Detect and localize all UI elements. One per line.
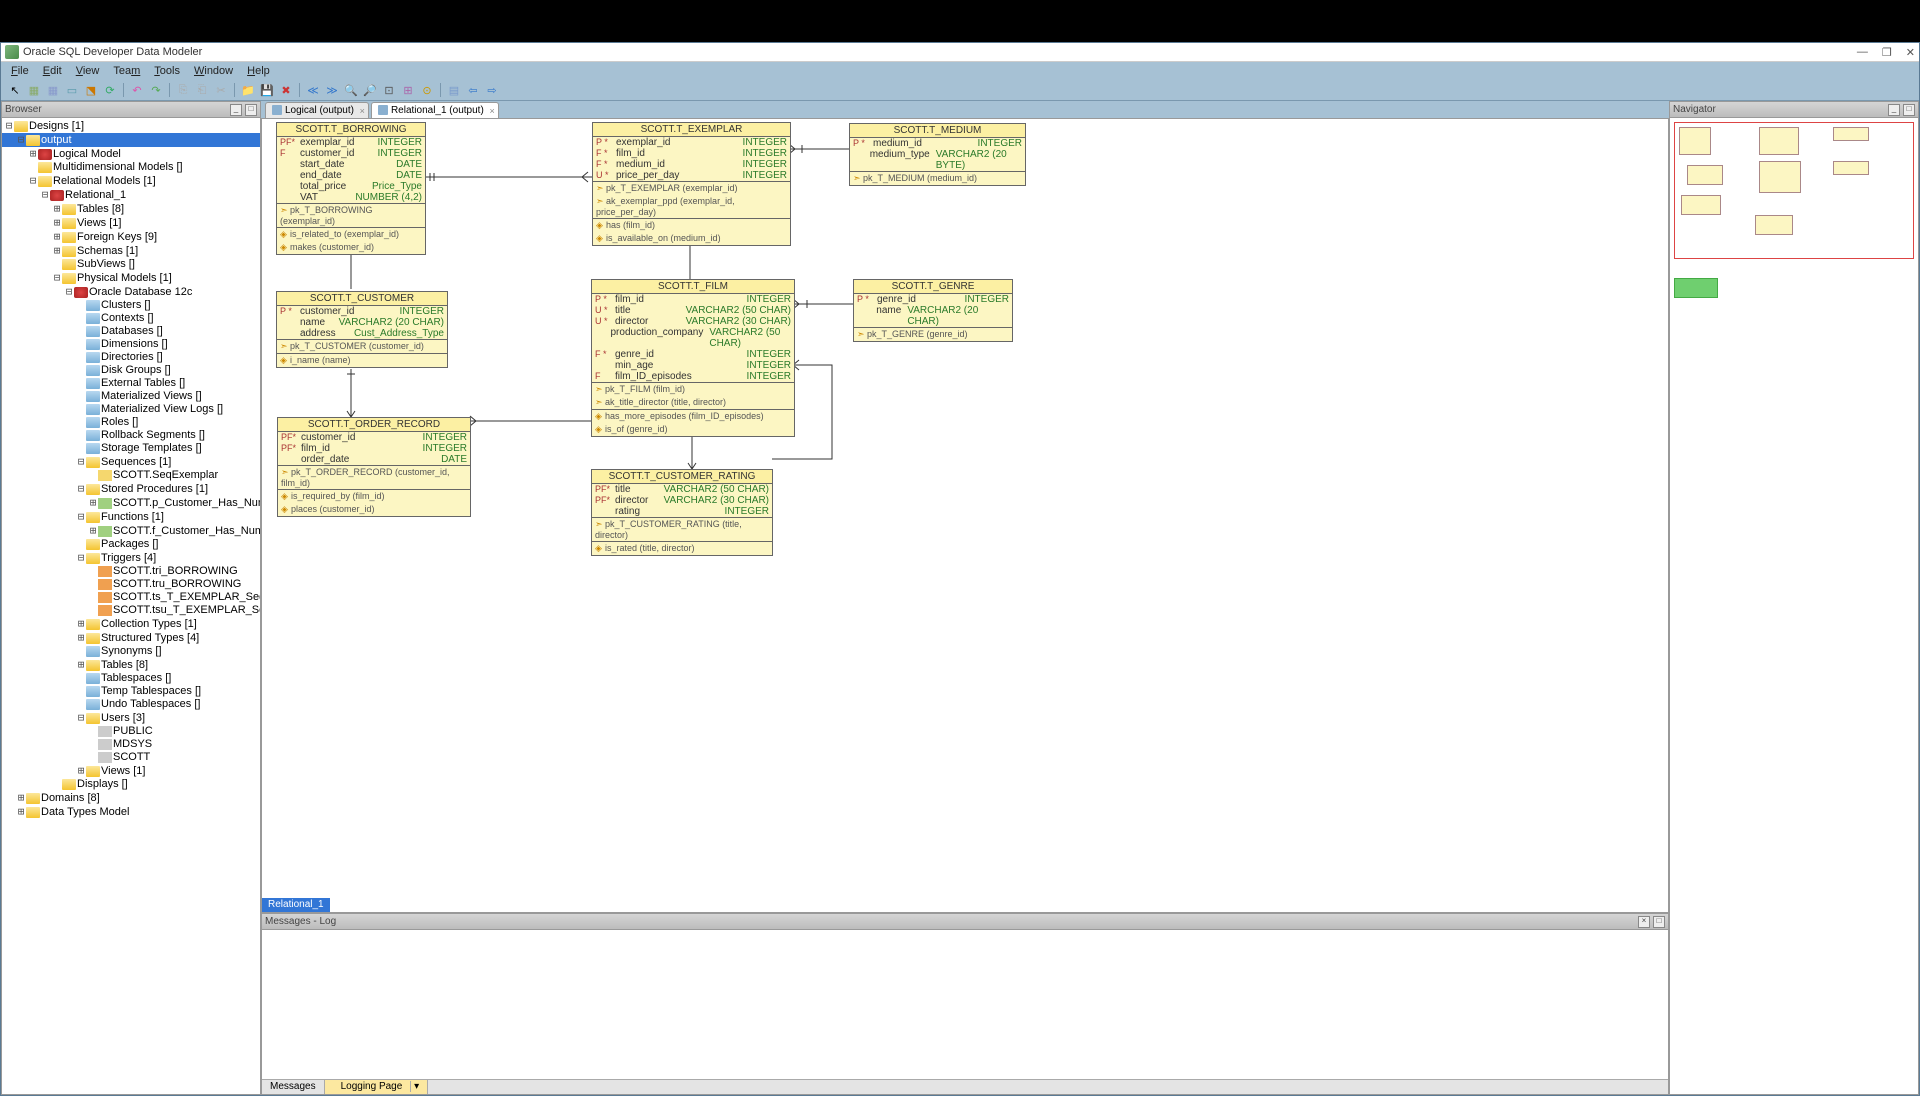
app-window: Oracle SQL Developer Data Modeler — ❐ ✕ … xyxy=(0,42,1920,1096)
menubar: File Edit View Team Tools Window Help xyxy=(1,62,1919,80)
note-tool[interactable]: ▭ xyxy=(64,82,80,98)
close-button[interactable]: ✕ xyxy=(1906,46,1915,59)
pane-max-icon[interactable]: □ xyxy=(1653,916,1665,928)
center-area: Logical (output)× Relational_1 (output)× xyxy=(261,101,1669,1095)
menu-view[interactable]: View xyxy=(69,64,107,78)
entity-rating[interactable]: SCOTT.T_CUSTOMER_RATINGPF*titleVARCHAR2 … xyxy=(591,469,773,556)
menu-tools[interactable]: Tools xyxy=(147,64,187,78)
pane-max-icon[interactable]: □ xyxy=(1903,104,1915,116)
editor-tabs: Logical (output)× Relational_1 (output)× xyxy=(261,101,1669,118)
app-icon xyxy=(5,45,19,59)
delete-button[interactable]: ✖ xyxy=(278,82,294,98)
close-icon[interactable]: × xyxy=(490,104,495,119)
msgtab-logging[interactable]: Logging Page ▾ xyxy=(325,1080,429,1094)
window-title: Oracle SQL Developer Data Modeler xyxy=(23,46,202,58)
prev-button[interactable]: ⇦ xyxy=(465,82,481,98)
paste-button[interactable]: ⎗ xyxy=(194,82,210,98)
diagram-canvas[interactable]: Relational_1 SCOTT.T_BORROWINGPF*exempla… xyxy=(261,118,1669,913)
new-view-tool[interactable]: ▦ xyxy=(45,82,61,98)
cut-button[interactable]: ✂ xyxy=(213,82,229,98)
menu-window[interactable]: Window xyxy=(187,64,240,78)
entity-borrowing[interactable]: SCOTT.T_BORROWINGPF*exemplar_idINTEGERFc… xyxy=(276,122,426,255)
navigator-pane: Navigator _□ xyxy=(1669,101,1919,1095)
tab-relational[interactable]: Relational_1 (output)× xyxy=(371,102,499,118)
zoom-in-button[interactable]: 🔍 xyxy=(343,82,359,98)
next-button[interactable]: ⇨ xyxy=(484,82,500,98)
menu-team[interactable]: Team xyxy=(106,64,147,78)
zoom-out-button[interactable]: 🔎 xyxy=(362,82,378,98)
minimize-button[interactable]: — xyxy=(1857,46,1868,59)
undo-button[interactable]: ↶ xyxy=(129,82,145,98)
entity-order[interactable]: SCOTT.T_ORDER_RECORDPF*customer_idINTEGE… xyxy=(277,417,471,517)
folder-button[interactable]: 📁 xyxy=(240,82,256,98)
copy-button[interactable]: ⎘ xyxy=(175,82,191,98)
messages-pane: Messages - Log ×□ Messages Logging Page … xyxy=(261,913,1669,1095)
sync-tool[interactable]: ⟳ xyxy=(102,82,118,98)
fit-screen-button[interactable]: ⊡ xyxy=(381,82,397,98)
msgtab-messages[interactable]: Messages xyxy=(262,1080,325,1094)
close-icon[interactable]: × xyxy=(360,104,365,119)
table-button[interactable]: ▤ xyxy=(446,82,462,98)
layout-button[interactable]: ⊞ xyxy=(400,82,416,98)
maximize-button[interactable]: ❐ xyxy=(1882,46,1892,59)
entity-medium[interactable]: SCOTT.T_MEDIUMP *medium_idINTEGERmedium_… xyxy=(849,123,1026,186)
engineer-fwd[interactable]: ≫ xyxy=(324,82,340,98)
menu-edit[interactable]: Edit xyxy=(36,64,69,78)
new-entity-tool[interactable]: ▦ xyxy=(26,82,42,98)
minimap[interactable] xyxy=(1674,122,1914,259)
toolbar: ↖ ▦ ▦ ▭ ⬔ ⟳ ↶ ↷ ⎘ ⎗ ✂ 📁 💾 ✖ ≪ ≫ 🔍 🔎 ⊡ ⊞ … xyxy=(1,80,1919,101)
entity-genre[interactable]: SCOTT.T_GENREP *genre_idINTEGERnameVARCH… xyxy=(853,279,1013,342)
relationship-tool[interactable]: ⬔ xyxy=(83,82,99,98)
titlebar: Oracle SQL Developer Data Modeler — ❐ ✕ xyxy=(1,43,1919,62)
menu-help[interactable]: Help xyxy=(240,64,277,78)
browser-header: Browser _□ xyxy=(2,102,260,118)
entity-film[interactable]: SCOTT.T_FILMP *film_idINTEGERU *titleVAR… xyxy=(591,279,795,437)
relationship-lines xyxy=(262,119,1668,912)
minimap-highlight xyxy=(1674,278,1718,298)
engineer-back[interactable]: ≪ xyxy=(305,82,321,98)
pane-max-icon[interactable]: □ xyxy=(245,104,257,116)
navigator-body[interactable] xyxy=(1670,118,1918,1094)
diagram-subtab[interactable]: Relational_1 xyxy=(262,898,330,912)
browser-tree[interactable]: ⊟Designs [1] ⊟output ⊞Logical Model Mult… xyxy=(2,118,260,1094)
pane-min-icon[interactable]: _ xyxy=(1888,104,1900,116)
search-button[interactable]: ⊙ xyxy=(419,82,435,98)
tab-logical[interactable]: Logical (output)× xyxy=(265,102,369,118)
close-icon[interactable]: × xyxy=(1638,916,1650,928)
messages-tabs: Messages Logging Page ▾ xyxy=(262,1079,1668,1094)
pane-min-icon[interactable]: _ xyxy=(230,104,242,116)
pointer-tool[interactable]: ↖ xyxy=(7,82,23,98)
entity-customer[interactable]: SCOTT.T_CUSTOMERP *customer_idINTEGERnam… xyxy=(276,291,448,368)
redo-button[interactable]: ↷ xyxy=(148,82,164,98)
browser-pane: Browser _□ ⊟Designs [1] ⊟output ⊞Logical… xyxy=(1,101,261,1095)
entity-exemplar[interactable]: SCOTT.T_EXEMPLARP *exemplar_idINTEGERF *… xyxy=(592,122,791,246)
messages-body xyxy=(262,930,1668,1079)
menu-file[interactable]: File xyxy=(4,64,36,78)
save-button[interactable]: 💾 xyxy=(259,82,275,98)
